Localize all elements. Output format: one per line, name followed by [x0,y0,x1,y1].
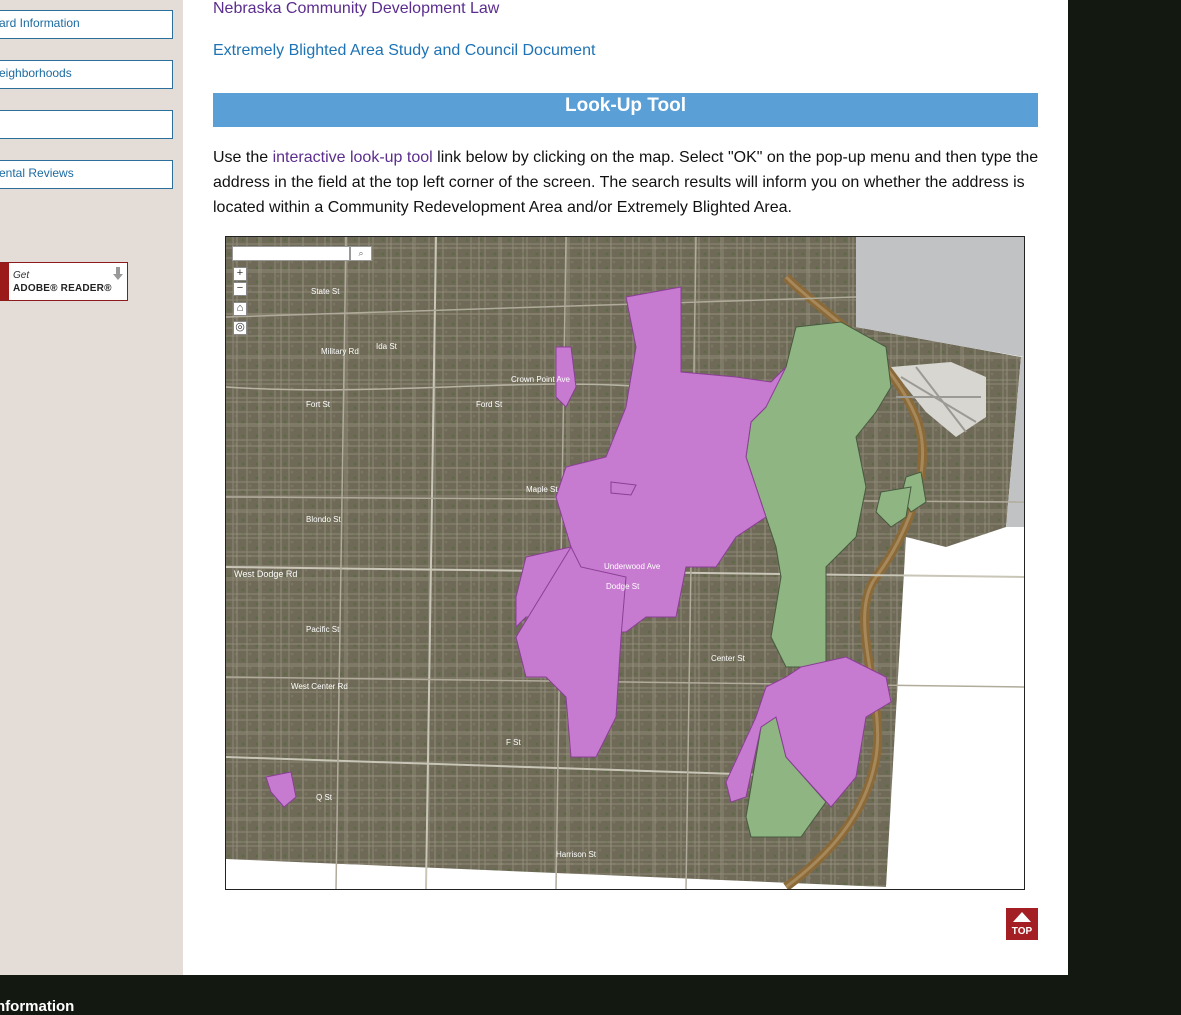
home-button[interactable]: ⌂ [233,302,247,316]
interactive-lookup-tool-link[interactable]: interactive look-up tool [273,149,433,166]
zoom-in-button[interactable]: + [233,267,247,281]
home-icon: ⌂ [236,302,244,314]
adobe-get-text: Get [13,270,30,281]
nebraska-law-link[interactable]: Nebraska Community Development Law [213,0,499,18]
map-label-maple-st: Maple St [526,485,558,494]
map-label-f-st: F St [506,738,521,747]
lookup-instructions: Use the interactive look-up tool link be… [213,145,1043,220]
instructions-text-start: Use the [213,149,273,166]
blighted-area-study-link[interactable]: Extremely Blighted Area Study and Counci… [213,42,595,60]
sidebar: ard Information eighborhoods ental Revie… [0,0,183,975]
back-to-top-button[interactable]: TOP [1006,908,1038,940]
map-label-crown-point: Crown Point Ave [511,375,571,384]
sidebar-link-information[interactable]: ard Information [0,10,173,39]
locate-button[interactable]: ◎ [233,321,247,335]
lookup-tool-heading: Look-Up Tool [213,93,1038,127]
search-icon: ⌕ [358,248,364,258]
map-label-west-center-rd: West Center Rd [291,682,348,691]
map-label-dodge-st: Dodge St [606,582,640,591]
zoom-out-button[interactable]: − [233,282,247,296]
map-label-military-rd: Military Rd [321,347,359,356]
adobe-logo-icon [0,263,9,300]
lookup-map[interactable]: State St Military Rd Ida St Fort St Ford… [225,236,1025,890]
get-adobe-reader-badge[interactable]: Get ADOBE® READER® [0,262,128,301]
locate-icon: ◎ [235,321,245,333]
sidebar-link-blank[interactable] [0,110,173,139]
sidebar-link-neighborhoods[interactable]: eighborhoods [0,60,173,89]
map-label-pacific-st: Pacific St [306,625,340,634]
map-label-state-st: State St [311,287,340,296]
map-label-west-dodge-rd: West Dodge Rd [234,569,297,579]
map-label-ida-st: Ida St [376,342,398,351]
footer-heading: nformation [0,998,75,1015]
map-search-button[interactable]: ⌕ [350,246,372,261]
map-label-harrison-st: Harrison St [556,850,597,859]
download-arrow-icon [113,267,123,280]
main-content: Nebraska Community Development Law Extre… [183,0,1068,975]
map-label-blondo-st: Blondo St [306,515,341,524]
sidebar-link-environmental-reviews[interactable]: ental Reviews [0,160,173,189]
top-label: TOP [1011,926,1033,937]
map-image[interactable]: State St Military Rd Ida St Fort St Ford… [226,237,1024,889]
map-label-q-st: Q St [316,793,333,802]
plus-icon: + [236,267,244,279]
adobe-reader-text: ADOBE® READER® [13,283,112,294]
map-label-center-st: Center St [711,654,746,663]
minus-icon: − [236,282,244,294]
map-search-input[interactable] [232,246,350,261]
map-label-fort-st: Fort St [306,400,331,409]
map-label-ford-st: Ford St [476,400,503,409]
up-arrow-icon [1013,912,1031,922]
map-label-underwood-ave: Underwood Ave [604,562,661,571]
